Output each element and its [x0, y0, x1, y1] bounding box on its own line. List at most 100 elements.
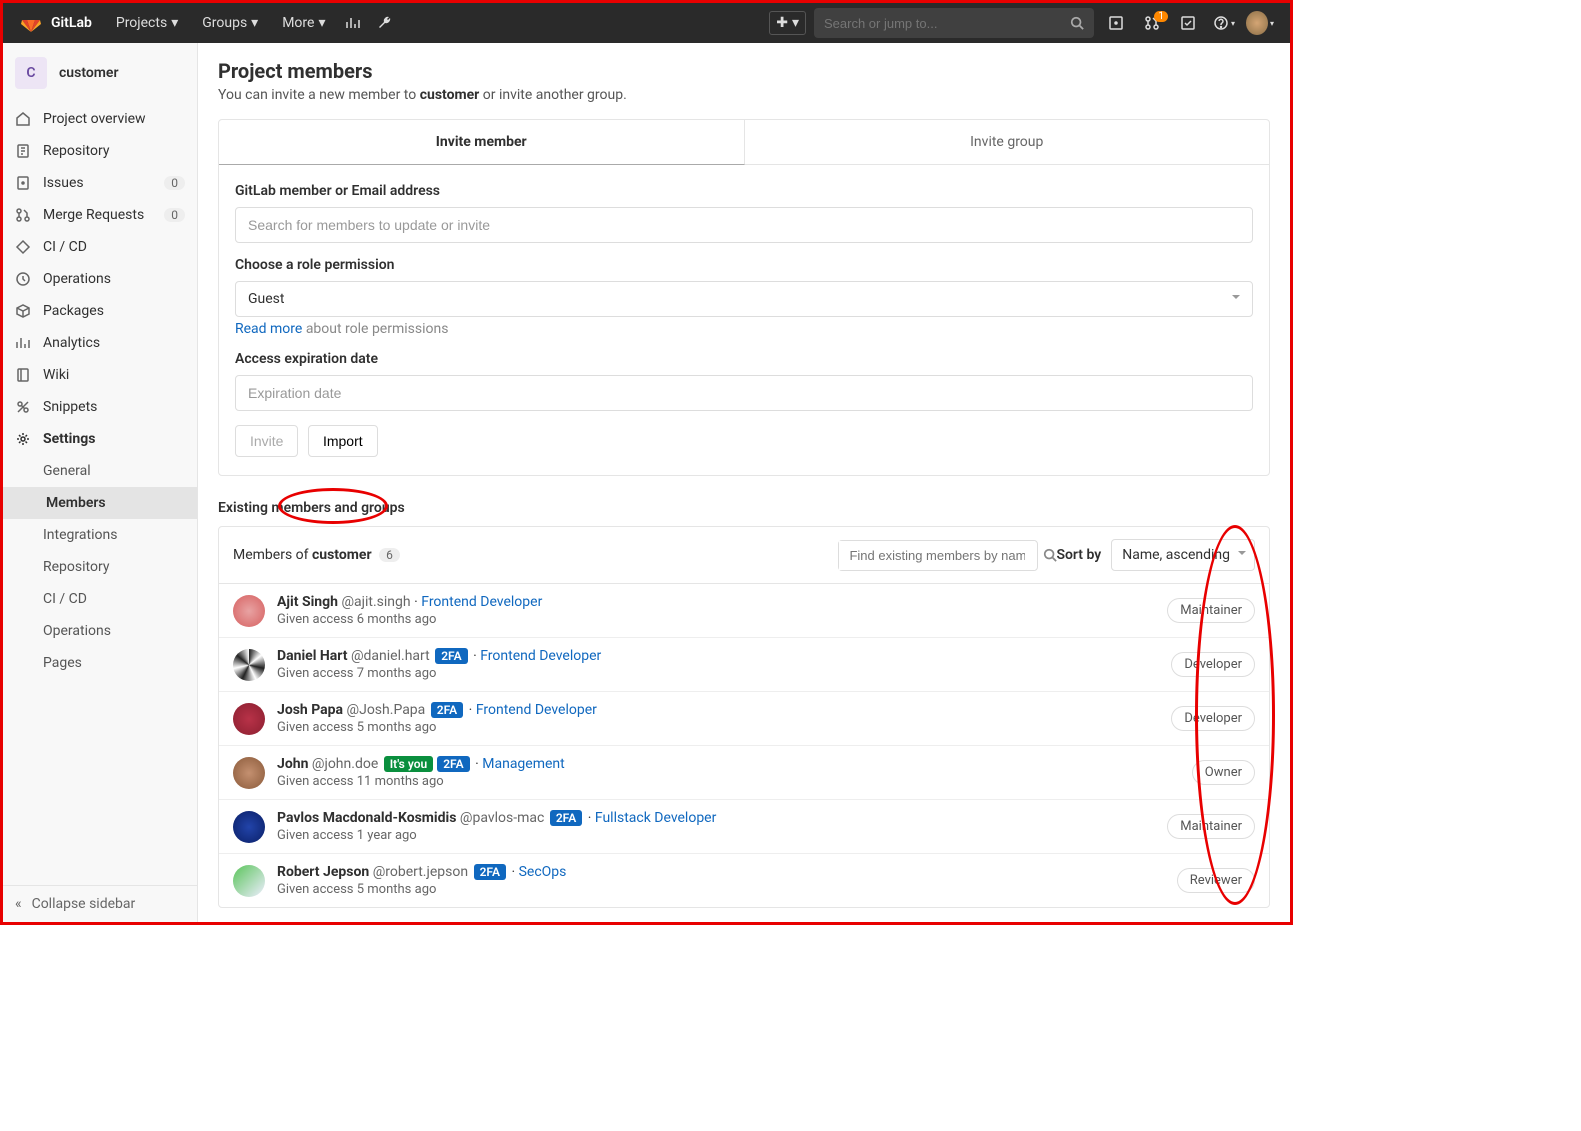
sidebar-sub-repository[interactable]: Repository [3, 551, 197, 583]
user-menu[interactable]: ▾ [1246, 9, 1274, 37]
sidebar-icon [15, 175, 31, 191]
sidebar-icon [15, 303, 31, 319]
member-title-link[interactable]: Frontend Developer [476, 702, 597, 718]
project-avatar: C [15, 57, 47, 89]
count-badge: 0 [164, 176, 185, 190]
sidebar-icon [15, 431, 31, 447]
its-you-chip: It's you [384, 756, 433, 772]
tab-invite-member[interactable]: Invite member [219, 120, 745, 165]
sidebar-sub-pages[interactable]: Pages [3, 647, 197, 679]
main-content: Project members You can invite a new mem… [198, 43, 1290, 922]
sidebar-item-label: Packages [43, 303, 104, 319]
avatar [233, 865, 265, 897]
role-pill[interactable]: Developer [1171, 652, 1255, 677]
sidebar-item-label: Merge Requests [43, 207, 144, 223]
todos-icon[interactable] [1174, 9, 1202, 37]
table-row: Robert Jepson @robert.jepson 2FA · SecOp… [219, 854, 1269, 907]
avatar [233, 811, 265, 843]
sidebar-sub-operations[interactable]: Operations [3, 615, 197, 647]
sidebar-sub-members[interactable]: Members [3, 487, 197, 519]
members-search-input[interactable] [839, 541, 1035, 570]
avatar [233, 757, 265, 789]
invite-panel: Invite member Invite group GitLab member… [218, 119, 1270, 476]
members-title: Members of customer 6 [233, 547, 828, 563]
project-header[interactable]: C customer [3, 43, 197, 103]
nav-projects[interactable]: Projects▾ [106, 9, 188, 37]
2fa-chip: 2FA [550, 810, 582, 826]
member-access: Given access 11 months ago [277, 774, 1192, 789]
member-title-link[interactable]: Fullstack Developer [595, 810, 717, 826]
gitlab-logo-icon[interactable] [19, 11, 43, 35]
avatar [233, 595, 265, 627]
table-row: Pavlos Macdonald-Kosmidis @pavlos-mac 2F… [219, 800, 1269, 854]
activity-icon[interactable] [339, 9, 367, 37]
collapse-label: Collapse sidebar [32, 896, 136, 912]
member-name[interactable]: Daniel Hart [277, 648, 347, 664]
import-button[interactable]: Import [308, 425, 378, 457]
member-name[interactable]: John [277, 756, 308, 772]
search-input[interactable] [824, 16, 1070, 31]
expiration-input[interactable] [235, 375, 1253, 411]
readmore-link[interactable]: Read more [235, 321, 302, 337]
admin-wrench-icon[interactable] [371, 9, 399, 37]
role-select[interactable]: Guest [235, 281, 1253, 317]
sidebar-item-ci-cd[interactable]: CI / CD [3, 231, 197, 263]
table-row: Josh Papa @Josh.Papa 2FA · Frontend Deve… [219, 692, 1269, 746]
help-icon[interactable]: ▾ [1210, 9, 1238, 37]
member-name[interactable]: Pavlos Macdonald-Kosmidis [277, 810, 456, 826]
role-pill[interactable]: Owner [1192, 760, 1255, 785]
avatar [233, 649, 265, 681]
nav-groups[interactable]: Groups▾ [192, 9, 268, 37]
sidebar-item-label: Snippets [43, 399, 97, 415]
new-dropdown[interactable]: ✚▾ [769, 11, 806, 35]
sidebar-sub-ci-cd[interactable]: CI / CD [3, 583, 197, 615]
member-search-input[interactable] [235, 207, 1253, 243]
sidebar-item-merge-requests[interactable]: Merge Requests0 [3, 199, 197, 231]
member-title-link[interactable]: Management [482, 756, 564, 772]
sidebar-item-label: Repository [43, 143, 109, 159]
member-name[interactable]: Ajit Singh [277, 594, 338, 610]
role-pill[interactable]: Developer [1171, 706, 1255, 731]
issues-icon[interactable] [1102, 9, 1130, 37]
sidebar-item-issues[interactable]: Issues0 [3, 167, 197, 199]
sort-select[interactable]: Name, ascending [1111, 539, 1255, 571]
role-readmore: Read more about role permissions [235, 321, 1253, 337]
sidebar-item-settings[interactable]: Settings [3, 423, 197, 455]
mr-count-badge: 1 [1154, 11, 1168, 22]
member-field-label: GitLab member or Email address [235, 183, 1253, 199]
sidebar-item-analytics[interactable]: Analytics [3, 327, 197, 359]
sidebar-item-wiki[interactable]: Wiki [3, 359, 197, 391]
role-pill[interactable]: Maintainer [1167, 814, 1255, 839]
member-handle: @robert.jepson [373, 864, 468, 880]
role-pill[interactable]: Maintainer [1167, 598, 1255, 623]
sidebar-item-packages[interactable]: Packages [3, 295, 197, 327]
role-field-label: Choose a role permission [235, 257, 1253, 273]
table-row: John @john.doe It's you2FA · ManagementG… [219, 746, 1269, 800]
sidebar-item-label: Analytics [43, 335, 100, 351]
invite-button[interactable]: Invite [235, 425, 298, 457]
member-title-link[interactable]: Frontend Developer [421, 594, 542, 610]
member-title-link[interactable]: SecOps [519, 864, 567, 880]
member-access: Given access 6 months ago [277, 612, 1167, 627]
sidebar-sub-general[interactable]: General [3, 455, 197, 487]
global-search[interactable] [814, 8, 1094, 38]
member-handle: @Josh.Papa [347, 702, 426, 718]
sidebar-item-project-overview[interactable]: Project overview [3, 103, 197, 135]
chevron-down-icon: ▾ [251, 15, 258, 31]
sidebar-sub-integrations[interactable]: Integrations [3, 519, 197, 551]
members-search[interactable] [838, 540, 1038, 571]
sidebar-item-snippets[interactable]: Snippets [3, 391, 197, 423]
sidebar-item-operations[interactable]: Operations [3, 263, 197, 295]
tab-invite-group[interactable]: Invite group [745, 120, 1270, 165]
table-row: Daniel Hart @daniel.hart 2FA · Frontend … [219, 638, 1269, 692]
brand-name: GitLab [51, 15, 92, 31]
sidebar-icon [15, 143, 31, 159]
role-pill[interactable]: Reviewer [1177, 868, 1255, 893]
merge-requests-icon[interactable]: 1 [1138, 9, 1166, 37]
member-name[interactable]: Robert Jepson [277, 864, 369, 880]
member-title-link[interactable]: Frontend Developer [480, 648, 601, 664]
sidebar-item-repository[interactable]: Repository [3, 135, 197, 167]
member-name[interactable]: Josh Papa [277, 702, 343, 718]
nav-more[interactable]: More▾ [272, 9, 335, 37]
collapse-sidebar[interactable]: « Collapse sidebar [3, 885, 197, 922]
